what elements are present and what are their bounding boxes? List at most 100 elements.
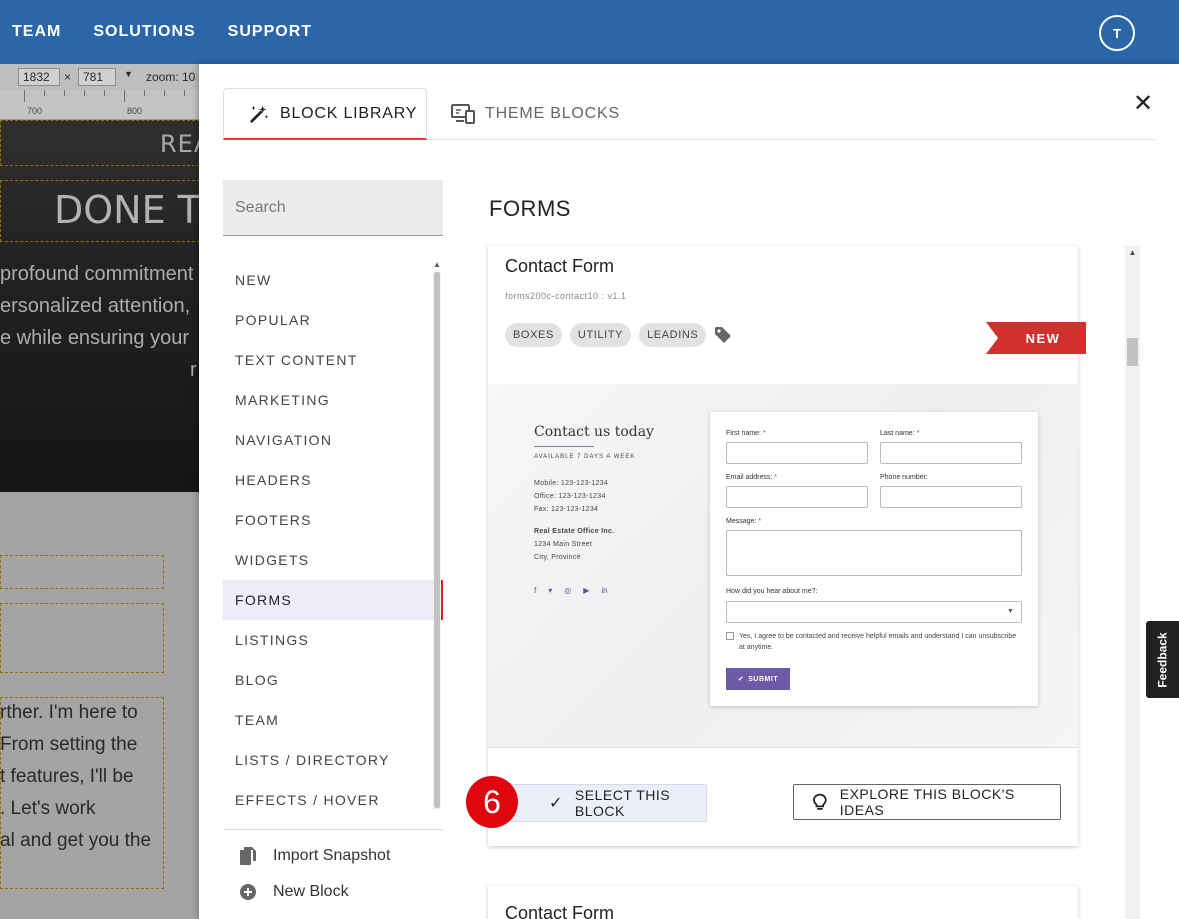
preview-textarea	[726, 530, 1022, 576]
preview-consent-text: Yes, I agree to be contacted and receive…	[739, 633, 1017, 651]
preview-label: Message: *	[726, 518, 762, 525]
block-title: Contact Form	[505, 903, 615, 919]
scrollbar-thumb[interactable]	[1127, 338, 1138, 366]
preview-checkbox	[726, 632, 734, 640]
top-nav: TEAM SOLUTIONS SUPPORT	[12, 0, 312, 64]
scroll-up-arrow[interactable]: ▲	[433, 260, 441, 269]
tag-icon[interactable]	[714, 326, 732, 344]
category-footers[interactable]: FOOTERS	[223, 500, 443, 540]
new-block-button[interactable]: New Block	[239, 880, 349, 904]
tab-theme-blocks-label: THEME BLOCKS	[485, 105, 620, 122]
check-circle-icon: ✔	[737, 676, 745, 683]
panel-tabs: BLOCK LIBRARY THEME BLOCKS	[223, 88, 1155, 140]
preview-label: Phone number:	[880, 474, 928, 481]
user-avatar[interactable]: T	[1099, 15, 1135, 51]
preview-select	[726, 601, 1022, 623]
select-block-button[interactable]: ✓ SELECT THIS BLOCK	[510, 784, 707, 822]
preview-text: Office: 123-123-1234	[534, 493, 606, 500]
block-title: Contact Form	[505, 256, 615, 276]
preview-input	[726, 486, 868, 508]
category-headers[interactable]: HEADERS	[223, 460, 443, 500]
tab-theme-blocks[interactable]: THEME BLOCKS	[451, 88, 620, 140]
import-snapshot-button[interactable]: Import Snapshot	[239, 844, 390, 868]
tab-block-library-label: BLOCK LIBRARY	[280, 104, 418, 122]
preview-form: First name: * Last name: * Email address…	[710, 412, 1038, 706]
block-preview-image[interactable]: Contact us today AVAILABLE 7 DAYS A WEEK…	[488, 384, 1078, 748]
category-popular[interactable]: POPULAR	[223, 300, 443, 340]
preview-submit-button: ✔ SUBMIT	[726, 668, 790, 690]
section-title: FORMS	[489, 196, 571, 221]
youtube-icon: ▶	[583, 586, 590, 595]
preview-label: Email address: *	[726, 474, 777, 481]
category-effects-hover[interactable]: EFFECTS / HOVER	[223, 780, 443, 820]
nav-solutions[interactable]: SOLUTIONS	[93, 23, 195, 41]
feedback-tab[interactable]: Feedback	[1146, 621, 1179, 698]
facebook-icon: f	[534, 586, 537, 595]
step-number-badge: 6	[466, 776, 518, 828]
category-listings[interactable]: LISTINGS	[223, 620, 443, 660]
explore-ideas-label: EXPLORE THIS BLOCK'S IDEAS	[839, 786, 1015, 818]
select-block-label: SELECT THIS BLOCK	[574, 787, 671, 819]
category-navigation[interactable]: NAVIGATION	[223, 420, 443, 460]
magic-wand-icon	[250, 105, 269, 123]
content-scrollbar[interactable]: ▲	[1125, 246, 1140, 919]
preview-text: Real Estate Office Inc.	[534, 528, 615, 535]
block-id: forms200c-contact10 : v1.1	[505, 291, 627, 301]
checkmark-icon: ✓	[549, 795, 563, 812]
lightbulb-icon	[813, 793, 827, 810]
preview-label: Last name: *	[880, 430, 920, 437]
preview-divider	[534, 446, 594, 447]
sidebar-divider	[223, 829, 443, 830]
preview-heading: Contact us today	[534, 424, 654, 440]
new-badge: NEW	[986, 322, 1086, 354]
preview-social-icons: f ▾ ◎ ▶ in	[534, 586, 608, 595]
category-list: NEW POPULAR TEXT CONTENT MARKETING NAVIG…	[223, 260, 443, 820]
tag-chip[interactable]: LEADINS	[639, 323, 707, 347]
category-new[interactable]: NEW	[223, 260, 443, 300]
nav-team[interactable]: TEAM	[12, 23, 61, 41]
explore-ideas-button[interactable]: EXPLORE THIS BLOCK'S IDEAS	[793, 784, 1061, 820]
add-circle-icon	[240, 884, 256, 900]
block-card: Contact Form forms200c-contact10 : v1.1 …	[488, 246, 1086, 846]
tag-chip[interactable]: UTILITY	[569, 323, 632, 347]
feedback-label: Feedback	[1155, 631, 1170, 688]
category-text-content[interactable]: TEXT CONTENT	[223, 340, 443, 380]
preview-input	[726, 442, 868, 464]
preview-text: Fax: 123-123-1234	[534, 506, 599, 513]
instagram-icon: ◎	[564, 586, 572, 595]
preview-label: First name: *	[726, 430, 766, 437]
block-tags: BOXES UTILITY LEADINS	[505, 323, 732, 347]
devices-icon	[451, 104, 475, 124]
category-lists-directory[interactable]: LISTS / DIRECTORY	[223, 740, 443, 780]
preview-submit-label: SUBMIT	[748, 675, 779, 683]
tab-block-library[interactable]: BLOCK LIBRARY	[223, 88, 427, 140]
preview-text: 1234 Main Street	[534, 541, 593, 548]
scroll-up-arrow[interactable]: ▲	[1125, 248, 1140, 257]
category-blog[interactable]: BLOG	[223, 660, 443, 700]
modal-backdrop[interactable]	[0, 64, 200, 919]
close-icon[interactable]: ✕	[1131, 92, 1155, 116]
scrollbar-thumb[interactable]	[434, 272, 440, 808]
copy-document-icon	[240, 847, 256, 865]
linkedin-icon: in	[601, 586, 608, 595]
search-input[interactable]: Search	[223, 180, 443, 236]
nav-support[interactable]: SUPPORT	[228, 23, 312, 41]
block-library-panel: BLOCK LIBRARY THEME BLOCKS ✕ Search NEW …	[199, 64, 1179, 919]
preview-text: Mobile: 123-123-1234	[534, 480, 609, 487]
preview-input	[880, 486, 1022, 508]
new-block-label: New Block	[273, 883, 349, 900]
category-team[interactable]: TEAM	[223, 700, 443, 740]
category-marketing[interactable]: MARKETING	[223, 380, 443, 420]
category-scrollbar[interactable]: ▲	[433, 260, 441, 810]
block-card: Contact Form	[488, 886, 1078, 919]
preview-text: AVAILABLE 7 DAYS A WEEK	[534, 454, 636, 460]
twitter-icon: ▾	[548, 586, 553, 595]
category-widgets[interactable]: WIDGETS	[223, 540, 443, 580]
import-snapshot-label: Import Snapshot	[273, 847, 391, 864]
chevron-down-icon: ▼	[1007, 608, 1014, 615]
preview-input	[880, 442, 1022, 464]
tag-chip[interactable]: BOXES	[505, 323, 562, 347]
preview-label: How did you hear about me?:	[726, 588, 818, 595]
category-forms[interactable]: FORMS	[223, 580, 443, 620]
preview-text: City, Province	[534, 554, 581, 561]
